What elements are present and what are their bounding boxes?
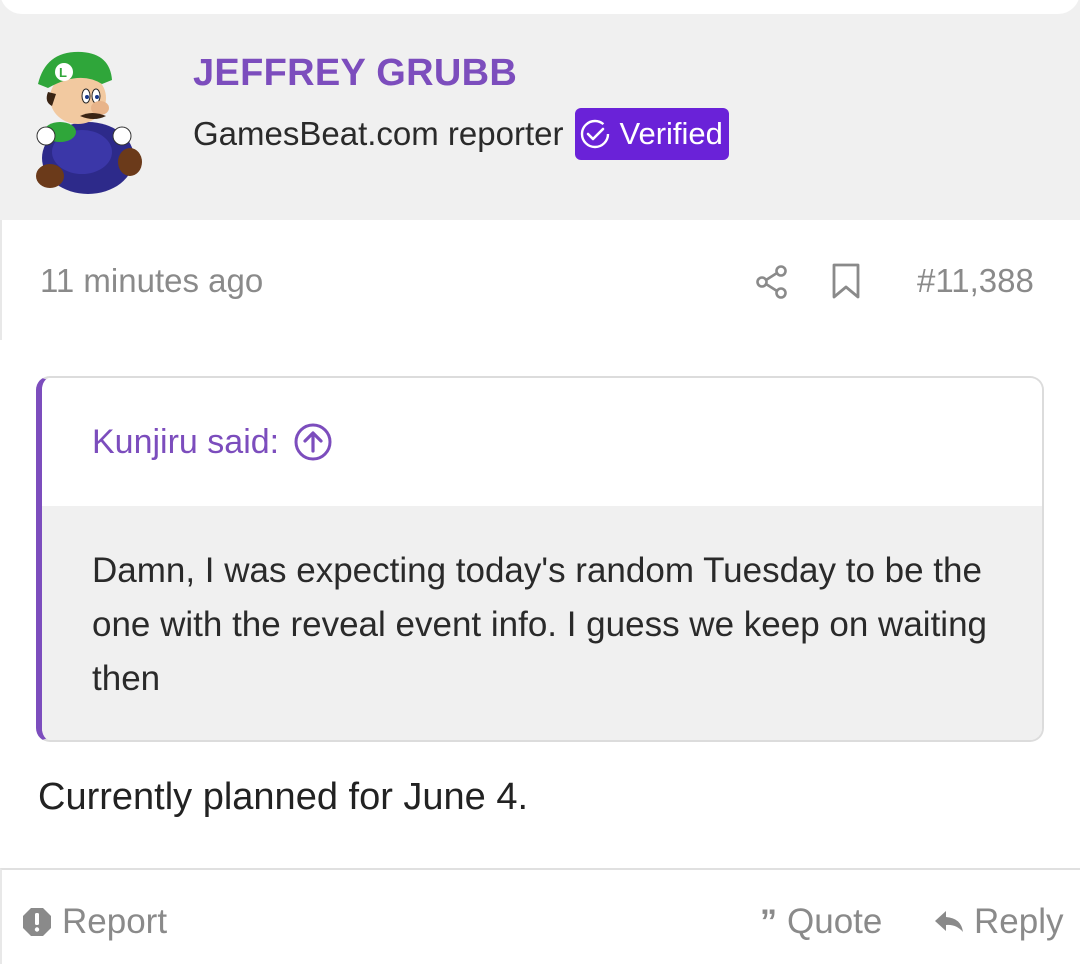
jump-to-quote-icon[interactable] (293, 422, 333, 462)
post-time[interactable]: 11 minutes ago (40, 262, 263, 300)
avatar[interactable]: L (22, 40, 152, 200)
post-meta-row: 11 minutes ago #11,388 (0, 220, 1080, 340)
post-body: Currently planned for June 4. (38, 776, 529, 818)
quote-label: Quote (787, 902, 883, 941)
quote-button[interactable]: ” Quote (760, 902, 882, 942)
username[interactable]: JEFFREY GRUBB (193, 52, 517, 95)
share-icon[interactable] (754, 264, 790, 305)
report-label: Report (62, 902, 168, 941)
user-title-row: GamesBeat.com reporter Verified (193, 108, 729, 160)
quote-block: Kunjiru said: Damn, I was expecting toda… (36, 376, 1044, 742)
quote-text: Damn, I was expecting today's random Tue… (42, 506, 1042, 740)
quote-header: Kunjiru said: (42, 378, 1042, 506)
bookmark-icon[interactable] (830, 262, 862, 305)
report-button[interactable]: Report (22, 902, 167, 942)
quote-author[interactable]: Kunjiru said: (92, 423, 279, 462)
post-user-header: L JEFFREY GRUBB GamesBeat.com reporter V… (0, 30, 1080, 220)
thread-post: L JEFFREY GRUBB GamesBeat.com reporter V… (0, 0, 1080, 964)
post-number[interactable]: #11,388 (917, 262, 1034, 300)
reply-button[interactable]: Reply (932, 902, 1063, 942)
alert-icon (23, 908, 51, 936)
post-footer: Report ” Quote Reply (0, 868, 1080, 964)
reply-arrow-icon (935, 911, 963, 932)
svg-text:L: L (59, 65, 67, 80)
reply-label: Reply (974, 902, 1064, 941)
verified-check-icon (581, 119, 610, 149)
user-title: GamesBeat.com reporter (193, 115, 564, 152)
quote-icon: ” (760, 902, 777, 941)
luigi-avatar-icon: L (36, 51, 142, 194)
verified-badge: Verified (575, 108, 729, 160)
verified-badge-label: Verified (619, 116, 723, 151)
previous-post-edge (0, 0, 1080, 30)
